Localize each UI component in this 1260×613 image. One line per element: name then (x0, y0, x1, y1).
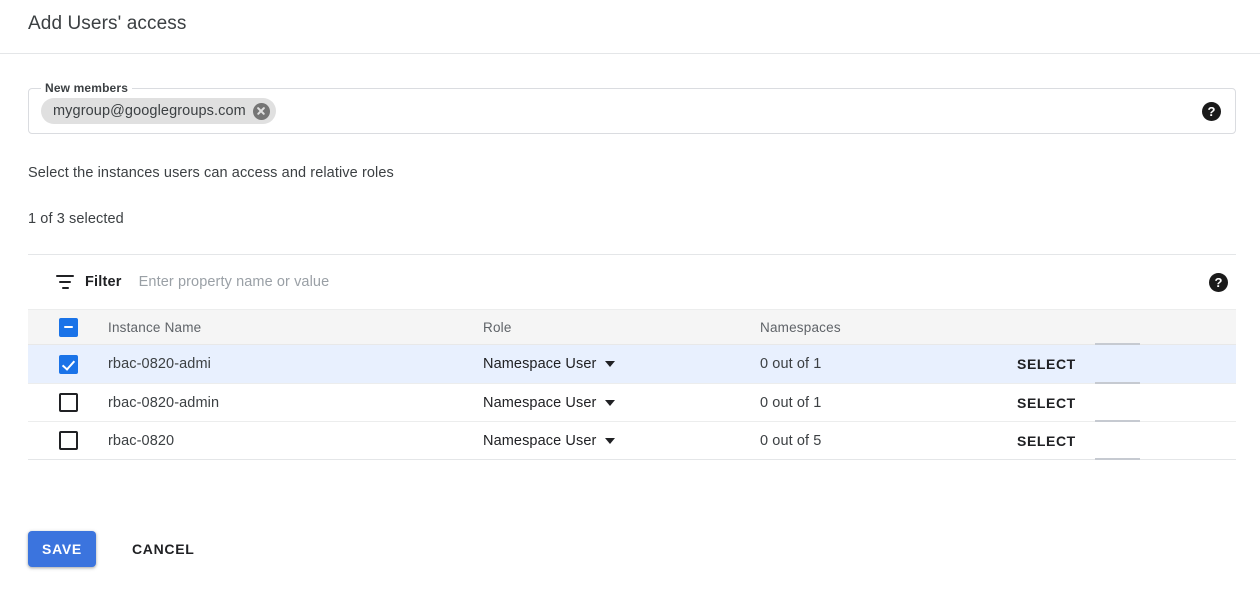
instructions-text: Select the instances users can access an… (28, 165, 394, 181)
title-divider (0, 53, 1260, 54)
chevron-down-icon (605, 400, 615, 406)
cell-instance-name: rbac-0820 (108, 433, 483, 449)
column-header-instance-name: Instance Name (108, 320, 483, 335)
column-header-role: Role (483, 320, 760, 335)
column-header-namespaces: Namespaces (760, 320, 1017, 335)
help-icon[interactable]: ? (1209, 273, 1228, 292)
instances-table: Instance Name Role Namespaces rbac-0820-… (28, 309, 1236, 460)
select-namespaces-button[interactable]: SELECT (1017, 356, 1236, 372)
table-row[interactable]: rbac-0820 Namespace User 0 out of 5 SELE… (28, 422, 1236, 460)
role-dropdown[interactable]: Namespace User (483, 356, 760, 372)
role-dropdown[interactable]: Namespace User (483, 433, 760, 449)
cell-namespaces: 0 out of 5 (760, 433, 1017, 449)
new-members-field[interactable]: New members mygroup@googlegroups.com ? (28, 88, 1236, 134)
help-icon[interactable]: ? (1202, 102, 1221, 121)
cell-instance-name: rbac-0820-admi (108, 356, 483, 372)
member-chip[interactable]: mygroup@googlegroups.com (41, 98, 276, 124)
table-row[interactable]: rbac-0820-admi Namespace User 0 out of 1… (28, 345, 1236, 384)
chevron-down-icon (605, 438, 615, 444)
row-checkbox[interactable] (59, 393, 78, 412)
new-members-label: New members (41, 81, 132, 95)
filter-bar: Filter ? (28, 255, 1236, 309)
role-value: Namespace User (483, 433, 596, 449)
select-namespaces-button[interactable]: SELECT (1017, 395, 1236, 411)
close-circle-icon[interactable] (253, 103, 270, 120)
select-all-checkbox-cell[interactable] (28, 318, 108, 337)
cancel-button[interactable]: CANCEL (124, 531, 203, 567)
filter-label: Filter (85, 274, 122, 290)
filter-input[interactable] (137, 273, 657, 291)
cell-namespaces: 0 out of 1 (760, 395, 1017, 411)
chevron-down-icon (605, 361, 615, 367)
table-row[interactable]: rbac-0820-admin Namespace User 0 out of … (28, 384, 1236, 422)
role-dropdown[interactable]: Namespace User (483, 395, 760, 411)
row-checkbox-cell[interactable] (28, 355, 108, 374)
cell-instance-name: rbac-0820-admin (108, 395, 483, 411)
cell-namespaces: 0 out of 1 (760, 356, 1017, 372)
table-header-row: Instance Name Role Namespaces (28, 309, 1236, 345)
row-checkbox-cell[interactable] (28, 393, 108, 412)
member-chip-label: mygroup@googlegroups.com (53, 103, 246, 119)
column-resize-handle (1095, 458, 1140, 460)
row-checkbox[interactable] (59, 355, 78, 374)
row-checkbox-cell[interactable] (28, 431, 108, 450)
page-title: Add Users' access (28, 10, 186, 38)
select-namespaces-button[interactable]: SELECT (1017, 433, 1236, 449)
add-users-access-dialog: Add Users' access New members mygroup@go… (0, 0, 1260, 613)
selection-count: 1 of 3 selected (28, 211, 124, 227)
role-value: Namespace User (483, 395, 596, 411)
save-button[interactable]: SAVE (28, 531, 96, 567)
select-all-checkbox[interactable] (59, 318, 78, 337)
role-value: Namespace User (483, 356, 596, 372)
row-checkbox[interactable] (59, 431, 78, 450)
filter-list-icon[interactable] (56, 275, 74, 289)
